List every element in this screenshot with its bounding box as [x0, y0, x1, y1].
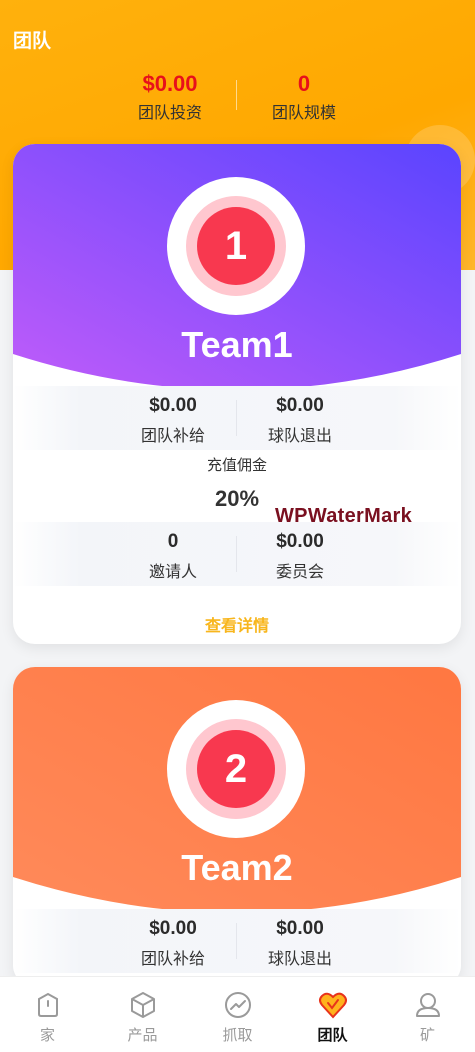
invitees-label: 邀请人: [148, 564, 197, 581]
team-investment-label: 团队投资: [137, 105, 202, 122]
team-rank-number: 2: [197, 730, 275, 808]
team-investment-value: $0.00: [142, 71, 198, 96]
team-card-hero: 2 Team2: [13, 667, 461, 919]
team-name: Team2: [181, 847, 293, 888]
team-card-1[interactable]: 1 Team1 $0.00 团队补给 $0.00 球队退出 充值佣金 20% 0…: [13, 144, 461, 644]
tab-label: 家: [39, 1027, 55, 1044]
team-subsidy-value: $0.00: [149, 918, 197, 939]
team-exit-label: 球队退出: [267, 951, 332, 968]
page-title: 团队: [13, 31, 52, 52]
team-size-label: 团队规模: [271, 105, 336, 122]
team-exit-value: $0.00: [276, 395, 324, 416]
trend-icon: [225, 992, 251, 1018]
recharge-commission: 充值佣金 20%: [13, 454, 461, 512]
tab-label: 产品: [127, 1027, 158, 1044]
team-subsidy-value: $0.00: [149, 395, 197, 416]
watermark: WPWaterMark: [275, 505, 413, 527]
team-rank-number: 1: [197, 207, 275, 285]
tab-label: 抓取: [222, 1027, 253, 1044]
team-name: Team1: [181, 324, 293, 365]
tab-home[interactable]: 家: [0, 977, 95, 1052]
team-card-2[interactable]: 2 Team2 $0.00 团队补给 $0.00 球队退出: [13, 667, 461, 987]
user-icon: [416, 993, 440, 1017]
committee-label: 委员会: [275, 564, 324, 581]
commission-label: 充值佣金: [206, 457, 267, 474]
team-rank-badge: 1: [167, 177, 305, 315]
view-details-link[interactable]: 查看详情: [13, 612, 461, 636]
team-subsidy-label: 团队补给: [140, 428, 205, 445]
team-funds-row: $0.00 团队补给 $0.00 球队退出: [13, 386, 461, 450]
team-funds-row: $0.00 团队补给 $0.00 球队退出: [13, 909, 461, 973]
team-rank-badge: 2: [167, 700, 305, 838]
invitees-value: 0: [167, 531, 179, 552]
tab-grab[interactable]: 抓取: [190, 977, 285, 1052]
team-icon: [319, 992, 347, 1019]
tab-label: 团队: [317, 1027, 348, 1044]
box-icon: [131, 992, 155, 1018]
team-members-row: 0 邀请人 $0.00 委员会: [13, 522, 461, 586]
team-size-stat: 0 团队规模: [229, 70, 379, 123]
team-stats: $0.00 团队投资 0 团队规模: [0, 70, 475, 130]
tab-mine[interactable]: 矿: [380, 977, 475, 1052]
tab-team[interactable]: 团队: [285, 977, 380, 1052]
team-card-hero: 1 Team1: [13, 144, 461, 396]
bottom-tab-bar: 家 产品 抓取 团队 矿: [0, 976, 475, 1052]
home-icon: [38, 992, 58, 1017]
team-subsidy-label: 团队补给: [140, 951, 205, 968]
tab-label: 矿: [419, 1027, 435, 1044]
team-exit-value: $0.00: [276, 918, 324, 939]
team-size-value: 0: [297, 71, 311, 96]
team-investment-stat: $0.00 团队投资: [95, 70, 245, 123]
team-exit-label: 球队退出: [267, 428, 332, 445]
tab-products[interactable]: 产品: [95, 977, 190, 1052]
committee-value: $0.00: [276, 531, 324, 552]
